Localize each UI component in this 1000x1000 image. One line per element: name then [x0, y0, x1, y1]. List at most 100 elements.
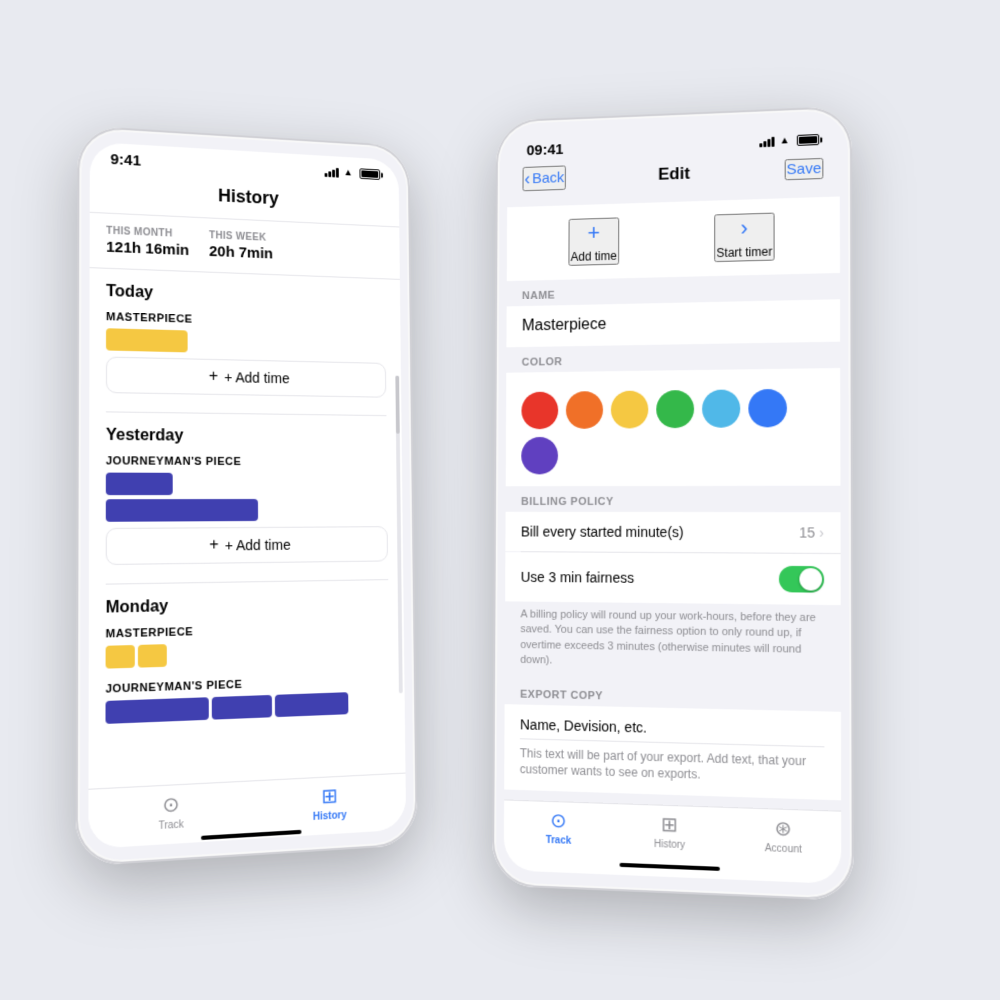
today-section: Today MASTERPIECE + + Add time — [89, 268, 401, 415]
journeyman-bar-2 — [106, 499, 258, 522]
add-time-label-yesterday: + Add time — [225, 537, 291, 554]
bar-monday-1 — [106, 645, 135, 669]
right-signal-icon — [759, 136, 774, 147]
right-time: 09:41 — [526, 141, 563, 159]
color-red[interactable] — [521, 392, 558, 430]
right-phone-screen: 09:41 ▲ ‹ Ba — [504, 122, 842, 884]
stat-this-month: THIS MONTH 121h 16min — [106, 226, 189, 259]
color-section — [506, 368, 841, 486]
toggle-thumb — [799, 568, 822, 591]
add-time-button[interactable]: + Add time — [569, 217, 619, 265]
billing-card: Bill every started minute(s) 15 › Use 3 … — [505, 512, 841, 605]
right-nav-history[interactable]: ⊞ History — [614, 810, 726, 853]
left-time: 9:41 — [110, 151, 141, 170]
right-track-icon: ⊙ — [550, 808, 567, 834]
fairness-label: Use 3 min fairness — [521, 569, 634, 586]
history-scroll: Today MASTERPIECE + + Add time Yesterday — [88, 268, 405, 789]
stat-week-label: THIS WEEK — [209, 230, 273, 244]
bill-per-minute-value: 15 › — [799, 524, 824, 540]
stat-month-value: 121h 16min — [106, 239, 189, 259]
right-nav-track[interactable]: ⊙ Track — [504, 806, 614, 848]
masterpiece-monday-label: MASTERPIECE — [106, 621, 389, 640]
wifi-icon: ▲ — [344, 167, 353, 178]
jbar-3 — [275, 692, 349, 717]
color-purple[interactable] — [521, 437, 558, 475]
history-nav-icon: ⊞ — [321, 783, 338, 809]
action-card: + Add time › Start timer — [507, 196, 840, 281]
bill-value: 15 — [799, 524, 815, 540]
back-button[interactable]: ‹ Back — [523, 165, 567, 191]
right-wifi-icon: ▲ — [780, 135, 790, 146]
color-blue[interactable] — [748, 389, 787, 428]
edit-content: + Add time › Start timer NAME Masterpiec… — [504, 188, 841, 810]
add-time-action-label: Add time — [571, 249, 617, 264]
journeyman-monday-bars — [105, 691, 389, 724]
stat-week-value: 20h 7min — [209, 243, 273, 262]
add-time-yesterday[interactable]: + + Add time — [106, 526, 388, 565]
scene: 9:41 ▲ History — [50, 50, 950, 950]
masterpiece-today: MASTERPIECE + + Add time — [106, 311, 386, 398]
export-hint: This text will be part of your export. A… — [520, 745, 825, 788]
add-icon-yesterday: + — [209, 536, 218, 554]
start-timer-button[interactable]: › Start timer — [714, 213, 774, 263]
masterpiece-today-label: MASTERPIECE — [106, 311, 385, 331]
right-account-label: Account — [765, 843, 802, 856]
export-placeholder[interactable]: Name, Devision, etc. — [520, 716, 824, 740]
scrollbar-thumb[interactable] — [395, 376, 399, 434]
chevron-icon: › — [819, 524, 824, 540]
masterpiece-monday: MASTERPIECE — [106, 621, 390, 672]
right-phone: 09:41 ▲ ‹ Ba — [492, 106, 854, 902]
edit-title: Edit — [658, 163, 690, 184]
color-circles — [521, 388, 824, 474]
left-phone: 9:41 ▲ History — [76, 125, 418, 867]
journeyman-yesterday: JOURNEYMAN'S PIECE + + Add time — [106, 455, 388, 565]
right-status-icons: ▲ — [759, 134, 819, 147]
yesterday-section: Yesterday JOURNEYMAN'S PIECE + + Add tim… — [89, 412, 403, 584]
name-value: Masterpiece — [522, 316, 607, 334]
billing-section-label: BILLING POLICY — [506, 486, 841, 512]
stat-this-week: THIS WEEK 20h 7min — [209, 230, 273, 262]
signal-icon — [325, 167, 339, 177]
bar-monday-2 — [138, 644, 167, 668]
add-time-today[interactable]: + + Add time — [106, 357, 386, 398]
battery-icon — [359, 168, 380, 180]
journeyman-yesterday-label: JOURNEYMAN'S PIECE — [106, 455, 387, 468]
plus-icon: + — [587, 220, 600, 246]
back-label: Back — [532, 169, 564, 187]
monday-section: Monday MASTERPIECE JOURNEYMAN'S PIECE — [89, 580, 405, 744]
left-status-icons: ▲ — [325, 166, 381, 180]
monday-title: Monday — [106, 594, 389, 618]
fairness-row: Use 3 min fairness — [505, 552, 841, 605]
add-time-label: + Add time — [224, 369, 289, 386]
track-label: Track — [158, 819, 183, 832]
start-timer-label: Start timer — [716, 245, 772, 260]
back-chevron-icon: ‹ — [524, 169, 530, 190]
right-history-icon: ⊞ — [661, 812, 678, 838]
track-icon: ⊙ — [162, 791, 179, 818]
jbar-2 — [212, 695, 272, 720]
right-history-label: History — [654, 839, 685, 851]
nav-track[interactable]: ⊙ Track — [88, 788, 251, 837]
right-home-bar — [620, 863, 720, 871]
color-yellow[interactable] — [611, 391, 649, 429]
play-icon: › — [741, 215, 748, 241]
right-battery-icon — [797, 134, 819, 146]
color-light-blue[interactable] — [702, 389, 740, 427]
history-nav-label: History — [313, 810, 347, 823]
stat-month-label: THIS MONTH — [106, 226, 189, 241]
color-green[interactable] — [656, 390, 694, 428]
add-icon: + — [209, 368, 218, 386]
history-title: History — [106, 180, 384, 215]
left-phone-screen: 9:41 ▲ History — [88, 142, 406, 849]
today-title: Today — [106, 283, 385, 310]
bill-per-minute-row[interactable]: Bill every started minute(s) 15 › — [505, 512, 840, 553]
right-nav-account[interactable]: ⊛ Account — [726, 814, 841, 857]
color-orange[interactable] — [566, 391, 603, 429]
bill-per-minute-label: Bill every started minute(s) — [521, 524, 684, 540]
save-button[interactable]: Save — [784, 158, 823, 180]
nav-history[interactable]: ⊞ History — [251, 780, 406, 827]
masterpiece-monday-bars — [106, 638, 390, 673]
name-field[interactable]: Masterpiece — [506, 299, 840, 347]
right-account-icon: ⊛ — [775, 816, 792, 842]
fairness-toggle[interactable] — [779, 566, 824, 593]
